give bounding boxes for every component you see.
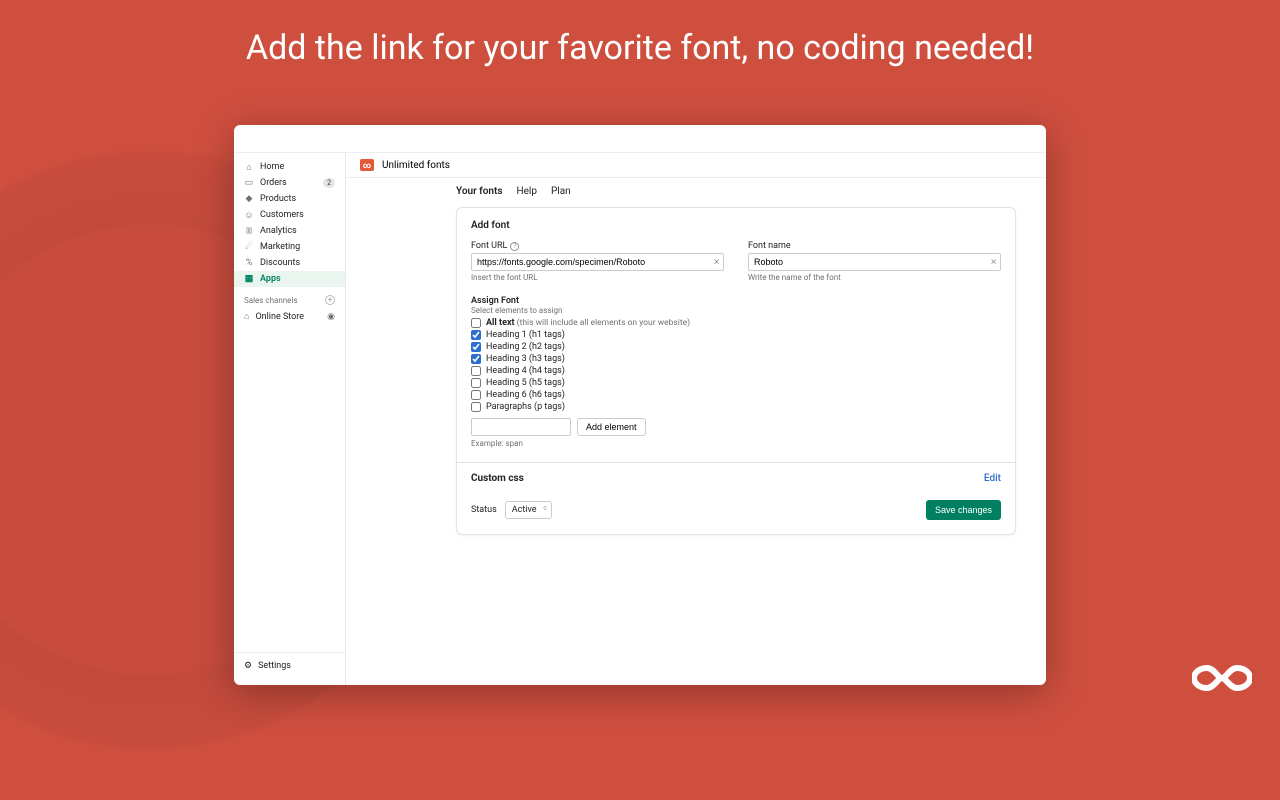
nav-home[interactable]: ⌂ Home <box>234 159 345 175</box>
assign-checkbox-row[interactable]: Heading 2 (h2 tags) <box>471 342 1001 352</box>
add-channel-button[interactable]: + <box>325 295 335 305</box>
nav-products[interactable]: ◆ Products <box>234 191 345 207</box>
assign-checkbox-label: Heading 3 (h3 tags) <box>486 354 565 364</box>
nav-label: Marketing <box>260 242 300 252</box>
assign-checkbox-row[interactable]: All text (this will include all elements… <box>471 318 1001 328</box>
app-logo-icon: ∞ <box>360 159 374 171</box>
assign-checkbox-row[interactable]: Heading 6 (h6 tags) <box>471 390 1001 400</box>
font-url-field: Font URL? ✕ Insert the font URL <box>471 241 724 282</box>
status-label: Status <box>471 505 497 515</box>
app-title: Unlimited fonts <box>382 160 450 171</box>
clear-input-icon[interactable]: ✕ <box>713 258 720 267</box>
assign-checkbox[interactable] <box>471 378 481 388</box>
font-url-label: Font URL? <box>471 241 724 251</box>
font-name-hint: Write the name of the font <box>748 273 1001 282</box>
font-name-field: Font name ✕ Write the name of the font <box>748 241 1001 282</box>
app-window: ⌂ Home ▭ Orders 2 ◆ Products ☺ Customers ⫾⫾ An… <box>234 125 1046 685</box>
nav-label: Products <box>260 194 296 204</box>
assign-checkbox-row[interactable]: Heading 5 (h5 tags) <box>471 378 1001 388</box>
nav-discounts[interactable]: % Discounts <box>234 255 345 271</box>
nav-analytics[interactable]: ⫾⫾ Analytics <box>234 223 345 239</box>
admin-sidebar: ⌂ Home ▭ Orders 2 ◆ Products ☺ Customers ⫾⫾ An… <box>234 153 346 685</box>
divider <box>457 462 1015 463</box>
nav-apps[interactable]: ▦ Apps <box>234 271 345 287</box>
app-tabs: Your fonts Help Plan <box>346 178 1046 203</box>
assign-checkbox[interactable] <box>471 342 481 352</box>
orders-badge: 2 <box>323 178 335 188</box>
assign-checkbox-row[interactable]: Heading 3 (h3 tags) <box>471 354 1001 364</box>
assign-subtitle: Select elements to assign <box>471 306 1001 315</box>
save-changes-button[interactable]: Save changes <box>926 500 1001 520</box>
help-icon[interactable]: ? <box>510 242 519 251</box>
add-element-input[interactable] <box>471 418 571 436</box>
products-icon: ◆ <box>244 194 254 204</box>
nav-label: Discounts <box>260 258 300 268</box>
assign-checkbox[interactable] <box>471 318 481 328</box>
tab-help[interactable]: Help <box>516 186 536 197</box>
tab-your-fonts[interactable]: Your fonts <box>456 186 502 197</box>
window-topbar <box>234 125 1046 153</box>
assign-checkbox-label: Paragraphs (p tags) <box>486 402 565 412</box>
font-name-label: Font name <box>748 241 1001 251</box>
nav-label: Settings <box>258 661 291 671</box>
sales-channels-header: Sales channels + <box>234 287 345 308</box>
home-icon: ⌂ <box>244 162 254 172</box>
nav-label: Apps <box>260 274 281 284</box>
app-header: ∞ Unlimited fonts <box>346 153 1046 178</box>
brand-infinity-icon <box>1192 662 1252 698</box>
custom-css-row: Custom css Edit <box>471 473 1001 484</box>
status-select[interactable]: Active <box>505 501 552 519</box>
nav-customers[interactable]: ☺ Customers <box>234 207 345 223</box>
gear-icon: ⚙ <box>244 661 252 671</box>
nav-list: ⌂ Home ▭ Orders 2 ◆ Products ☺ Customers ⫾⫾ An… <box>234 159 345 287</box>
nav-marketing[interactable]: ☄ Marketing <box>234 239 345 255</box>
orders-icon: ▭ <box>244 178 254 188</box>
assign-checkbox-label: Heading 1 (h1 tags) <box>486 330 565 340</box>
clear-input-icon[interactable]: ✕ <box>990 258 997 267</box>
nav-label: Home <box>260 162 284 172</box>
font-url-input[interactable] <box>471 253 724 271</box>
add-element-button[interactable]: Add element <box>577 418 646 436</box>
nav-label: Orders <box>260 178 287 188</box>
card-title: Add font <box>471 220 1001 231</box>
assign-checkbox[interactable] <box>471 390 481 400</box>
tab-plan[interactable]: Plan <box>551 186 571 197</box>
nav-label: Online Store <box>255 312 304 322</box>
apps-icon: ▦ <box>244 274 254 284</box>
assign-checkbox[interactable] <box>471 366 481 376</box>
store-icon: ⌂ <box>244 311 249 322</box>
assign-checkbox-label: Heading 6 (h6 tags) <box>486 390 565 400</box>
assign-checkbox[interactable] <box>471 402 481 412</box>
assign-checkbox-label: Heading 2 (h2 tags) <box>486 342 565 352</box>
marketing-icon: ☄ <box>244 242 254 252</box>
font-name-input[interactable] <box>748 253 1001 271</box>
edit-css-link[interactable]: Edit <box>984 473 1001 484</box>
add-element-hint: Example: span <box>471 439 1001 448</box>
assign-checkbox-label: Heading 5 (h5 tags) <box>486 378 565 388</box>
sales-channels-label: Sales channels <box>244 296 298 305</box>
custom-css-label: Custom css <box>471 473 524 484</box>
nav-label: Customers <box>260 210 304 220</box>
discounts-icon: % <box>244 258 254 268</box>
analytics-icon: ⫾⫾ <box>244 226 254 236</box>
view-store-icon[interactable]: ◉ <box>327 312 335 322</box>
nav-settings[interactable]: ⚙ Settings <box>234 652 345 679</box>
assign-checkbox-row[interactable]: Heading 4 (h4 tags) <box>471 366 1001 376</box>
assign-checkbox[interactable] <box>471 354 481 364</box>
main-content: ∞ Unlimited fonts Your fonts Help Plan A… <box>346 153 1046 685</box>
assign-title: Assign Font <box>471 296 1001 306</box>
assign-checkbox[interactable] <box>471 330 481 340</box>
assign-font-section: Assign Font Select elements to assign Al… <box>471 296 1001 448</box>
nav-online-store[interactable]: ⌂ Online Store ◉ <box>234 308 345 325</box>
nav-label: Analytics <box>260 226 297 236</box>
assign-checkbox-row[interactable]: Heading 1 (h1 tags) <box>471 330 1001 340</box>
customers-icon: ☺ <box>244 210 254 220</box>
nav-orders[interactable]: ▭ Orders 2 <box>234 175 345 191</box>
assign-checkbox-label: All text (this will include all elements… <box>486 318 690 328</box>
assign-checkbox-row[interactable]: Paragraphs (p tags) <box>471 402 1001 412</box>
assign-checkbox-label: Heading 4 (h4 tags) <box>486 366 565 376</box>
add-font-card: Add font Font URL? ✕ Insert the font URL… <box>456 207 1016 535</box>
promo-headline: Add the link for your favorite font, no … <box>0 0 1280 68</box>
font-url-hint: Insert the font URL <box>471 273 724 282</box>
